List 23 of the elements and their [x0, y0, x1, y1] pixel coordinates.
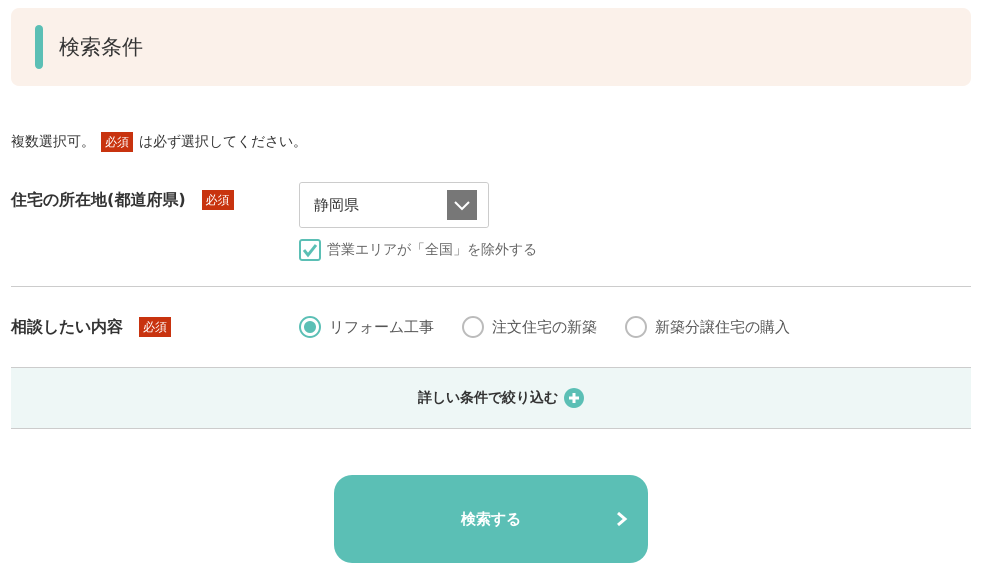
radio-label: 新築分譲住宅の購入: [655, 318, 790, 336]
more-filters-label: 詳しい条件で絞り込む: [418, 389, 558, 407]
required-badge: 必須: [202, 190, 234, 210]
intro-text: は必ず選択してください。: [139, 133, 307, 151]
accent-bar: [35, 25, 43, 69]
section-title: 検索条件: [59, 34, 143, 61]
required-badge: 必須: [101, 132, 133, 152]
chevron-right-icon: [616, 511, 628, 527]
radio-button[interactable]: [299, 316, 321, 338]
more-filters-bar[interactable]: 詳しい条件で絞り込む: [11, 368, 971, 429]
field-label: 住宅の所在地(都道府県): [11, 190, 186, 211]
required-badge: 必須: [139, 316, 171, 336]
radio-label: リフォーム工事: [329, 318, 434, 336]
radio-label: 注文住宅の新築: [492, 318, 597, 336]
chevron-down-icon: [447, 190, 477, 220]
prefecture-select[interactable]: 静岡県: [299, 182, 489, 228]
radio-button[interactable]: [462, 316, 484, 338]
field-label: 相談したい内容: [11, 316, 123, 338]
plus-icon: [564, 388, 584, 408]
intro-text: 複数選択可。: [11, 133, 95, 151]
checkbox[interactable]: [299, 239, 321, 261]
radio-button[interactable]: [625, 316, 647, 338]
checkbox-label: 営業エリアが「全国」を除外する: [327, 241, 537, 259]
